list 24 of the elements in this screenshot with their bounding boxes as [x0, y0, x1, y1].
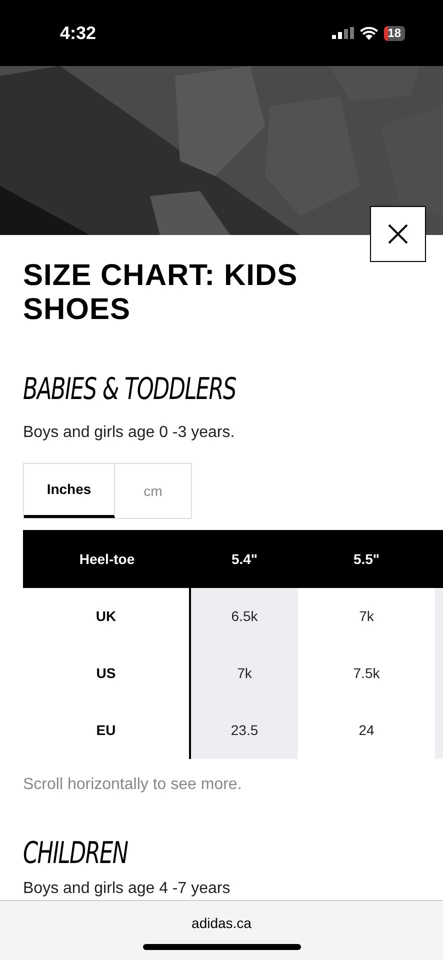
- column-header: 5.5": [352, 550, 381, 568]
- column-header: 5.4": [230, 550, 259, 568]
- section-heading: BABIES & TODDLERS: [23, 373, 237, 407]
- table-cell: 23.5: [191, 702, 298, 759]
- column-header: Heel-toe: [78, 550, 136, 568]
- section-subtitle: Boys and girls age 0 -3 years.: [23, 423, 236, 443]
- url-label[interactable]: adidas.ca: [192, 913, 252, 934]
- unit-tab[interactable]: cm: [115, 464, 191, 518]
- size-chart-title: SIZE CHART: KIDS SHOES: [23, 259, 299, 327]
- wifi-icon: [360, 26, 378, 40]
- table-cell-text: 7k: [358, 607, 375, 626]
- table-cell: 7k: [191, 645, 298, 702]
- signal-icon: [332, 27, 354, 39]
- table-cell: 6.5k: [191, 588, 298, 645]
- table-cell-text: 24: [358, 721, 376, 740]
- unit-tab[interactable]: Inches: [24, 464, 115, 518]
- section-heading: CHILDREN: [23, 837, 129, 871]
- table-cell-text: 7.5k: [352, 664, 381, 683]
- status-time: 4:32: [60, 22, 96, 44]
- close-icon: [388, 224, 408, 244]
- battery-indicator: 18: [384, 26, 405, 40]
- close-button[interactable]: [370, 206, 426, 262]
- section-subtitle: Boys and girls age 4 -7 years: [23, 879, 232, 899]
- scroll-hint: Scroll horizontally to see more.: [23, 775, 243, 795]
